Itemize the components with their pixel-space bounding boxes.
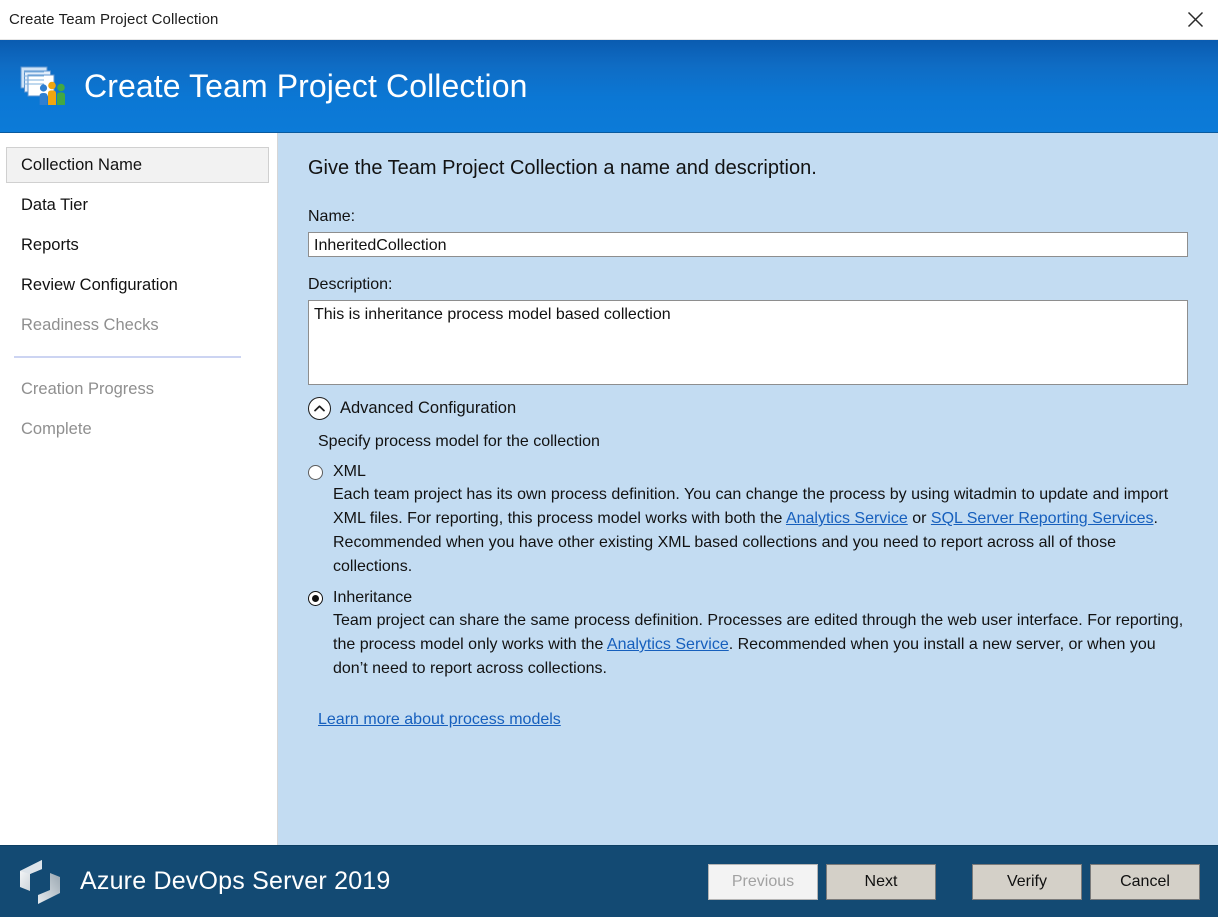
close-icon[interactable] [1172,1,1218,39]
sidebar-divider [14,356,241,358]
header-title: Create Team Project Collection [84,68,528,105]
next-button[interactable]: Next [826,864,936,900]
create-team-project-collection-dialog: Create Team Project Collection [0,0,1218,917]
titlebar: Create Team Project Collection [0,0,1218,40]
sidebar-item-complete: Complete [6,411,269,447]
collection-name-input[interactable]: InheritedCollection [308,232,1188,257]
radio-description-xml: Each team project has its own process de… [333,483,1192,579]
name-label: Name: [308,208,1192,226]
dialog-body: Collection Name Data Tier Reports Review… [0,133,1218,845]
chevron-up-icon[interactable] [308,397,331,420]
learn-more-about-process-models-link[interactable]: Learn more about process models [318,711,561,728]
radio-row-inheritance[interactable]: Inheritance [308,589,1192,607]
advanced-configuration-label: Advanced Configuration [340,399,516,418]
advanced-configuration-toggle[interactable]: Advanced Configuration [308,397,1192,420]
process-model-option-xml: XML Each team project has its own proces… [308,463,1192,579]
previous-button: Previous [708,864,818,900]
header-banner: Create Team Project Collection [0,40,1218,133]
sidebar-item-reports[interactable]: Reports [6,227,269,263]
content-panel: Give the Team Project Collection a name … [278,133,1218,845]
radio-inheritance[interactable] [308,591,323,606]
analytics-service-link-xml[interactable]: Analytics Service [786,510,908,527]
page-title: Give the Team Project Collection a name … [308,157,1192,180]
sql-server-reporting-services-link[interactable]: SQL Server Reporting Services [931,510,1154,527]
radio-description-inheritance: Team project can share the same process … [333,609,1192,681]
wizard-step-nav: Collection Name Data Tier Reports Review… [0,133,278,845]
footer-bar: Azure DevOps Server 2019 Previous Next V… [0,845,1218,917]
product-brand: Azure DevOps Server 2019 [14,857,391,907]
process-model-option-inheritance: Inheritance Team project can share the s… [308,589,1192,681]
learn-more-row: Learn more about process models [318,711,1192,729]
radio-xml[interactable] [308,465,323,480]
product-name: Azure DevOps Server 2019 [80,867,391,896]
process-model-label: Specify process model for the collection [318,433,1192,451]
titlebar-title: Create Team Project Collection [0,11,218,28]
sidebar-item-creation-progress: Creation Progress [6,371,269,407]
radio-label-xml: XML [333,463,366,481]
radio-label-inheritance: Inheritance [333,589,412,607]
description-label: Description: [308,276,1192,294]
sidebar-item-data-tier[interactable]: Data Tier [6,187,269,223]
cancel-button[interactable]: Cancel [1090,864,1200,900]
xml-desc-part2: or [908,510,931,527]
radio-row-xml[interactable]: XML [308,463,1192,481]
analytics-service-link-inheritance[interactable]: Analytics Service [607,636,729,653]
collection-description-input[interactable]: This is inheritance process model based … [308,300,1188,385]
sidebar-item-collection-name[interactable]: Collection Name [6,147,269,183]
sidebar-item-readiness-checks: Readiness Checks [6,307,269,343]
sidebar-item-review-configuration[interactable]: Review Configuration [6,267,269,303]
team-project-collection-icon [18,62,68,110]
footer-buttons: Previous Next Verify Cancel [700,864,1200,900]
verify-button[interactable]: Verify [972,864,1082,900]
azure-devops-logo [14,857,66,907]
